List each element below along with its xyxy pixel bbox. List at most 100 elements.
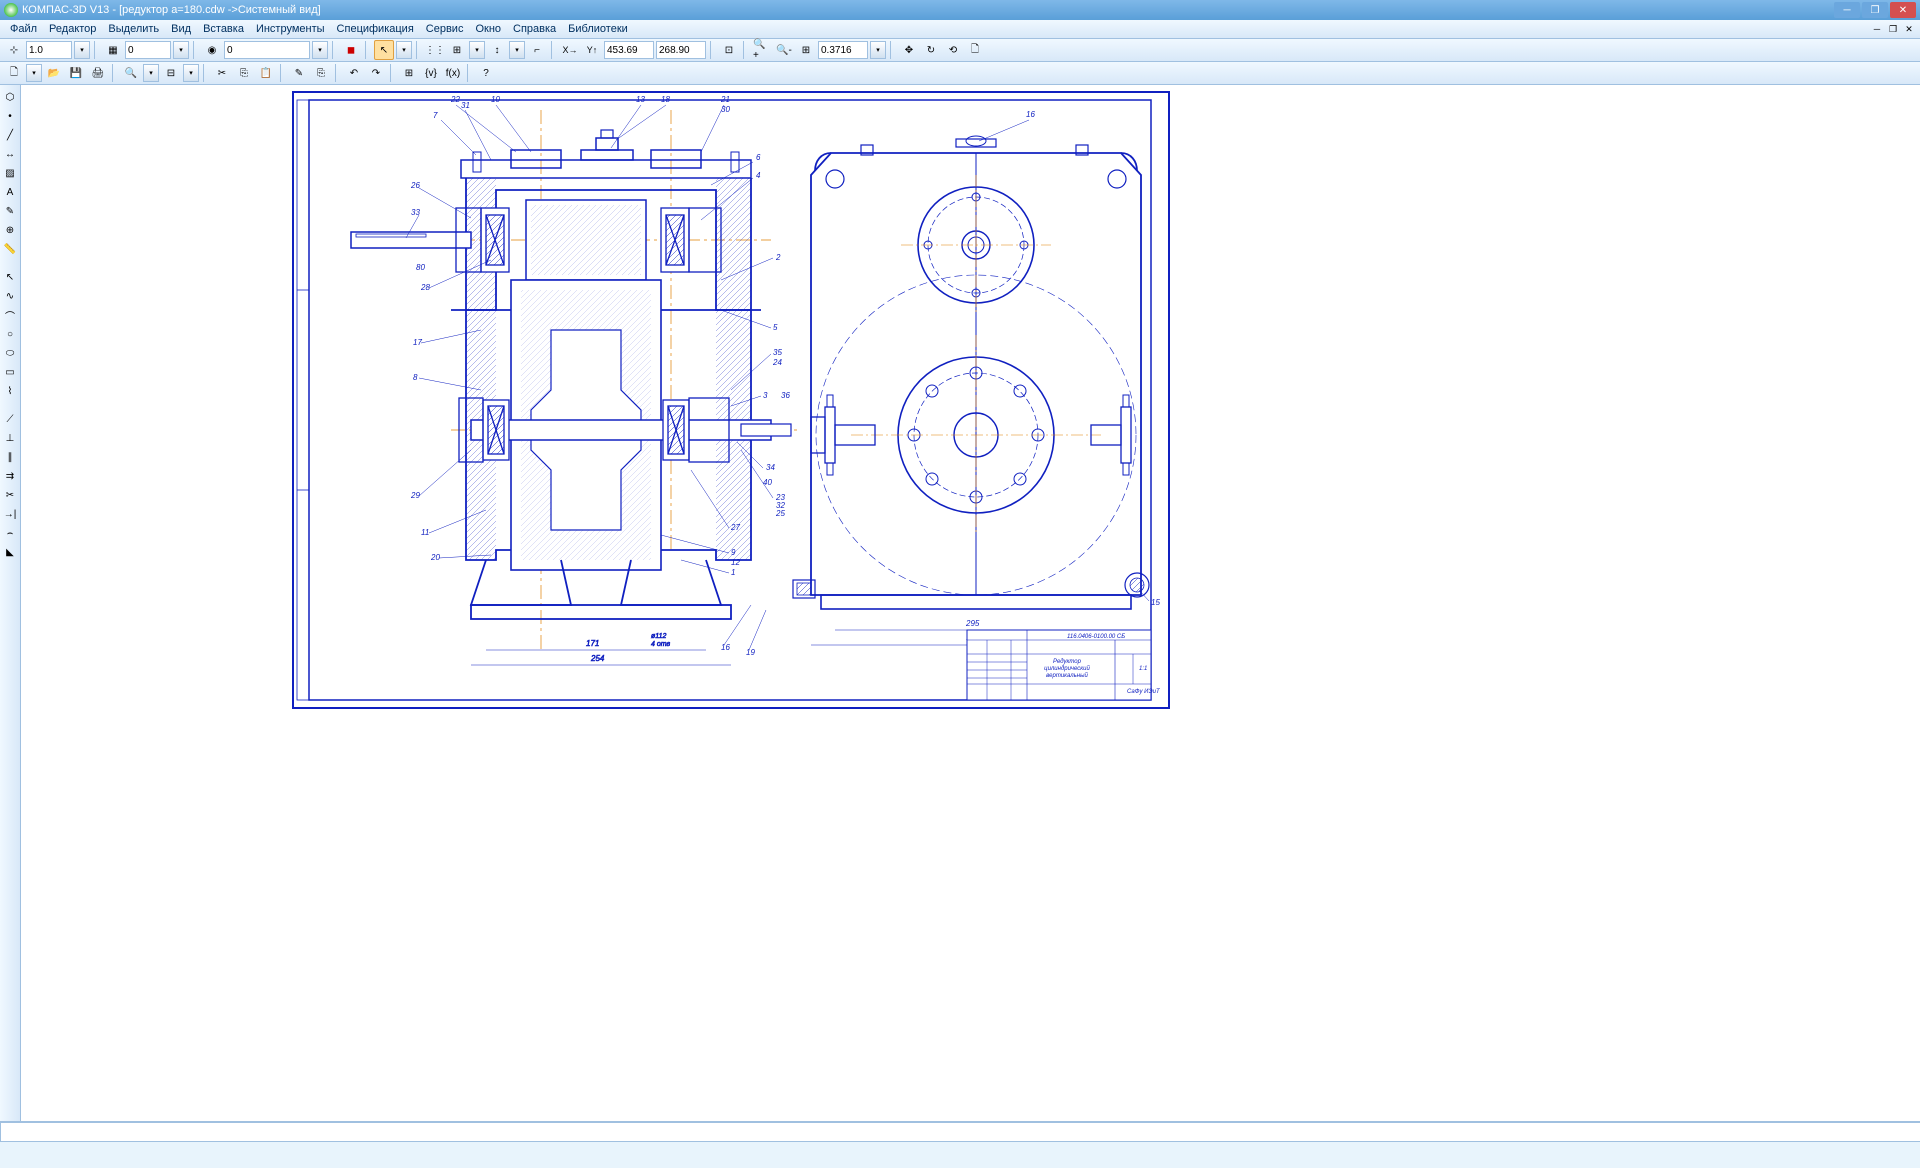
paste-icon[interactable]: 📋	[256, 63, 276, 83]
tangent-tool-icon[interactable]: ⟋	[2, 411, 18, 427]
preview-icon[interactable]: 🔍	[121, 63, 141, 83]
arc-tool-icon[interactable]: ⌒	[2, 307, 18, 323]
point-tool-icon[interactable]: •	[2, 108, 18, 124]
doc-close-button[interactable]: ✕	[1902, 22, 1916, 36]
doc-restore-button[interactable]: ❐	[1886, 22, 1900, 36]
maximize-button[interactable]: ❐	[1862, 2, 1888, 18]
svg-text:36: 36	[781, 391, 790, 400]
variables-icon[interactable]: {v}	[421, 63, 441, 83]
rect-tool-icon[interactable]: ▭	[2, 364, 18, 380]
open-icon[interactable]: 📂	[44, 63, 64, 83]
drawing-canvas[interactable]: 171 254 ø112 4 отв 7 31 22 10 13 18 21	[21, 85, 1920, 1121]
snap-icon[interactable]: ⊹	[4, 40, 24, 60]
doc-minimize-button[interactable]: ─	[1870, 22, 1884, 36]
menu-window[interactable]: Окно	[469, 21, 507, 37]
state-input[interactable]	[224, 41, 310, 59]
layer-icon[interactable]: ▦	[103, 40, 123, 60]
svg-text:21: 21	[720, 95, 730, 104]
minimize-button[interactable]: ─	[1834, 2, 1860, 18]
grid-dropdown[interactable]: ▾	[469, 41, 485, 59]
fillet-tool-icon[interactable]: ⌢	[2, 525, 18, 541]
copy-props-icon[interactable]: ⎘	[311, 63, 331, 83]
properties-icon[interactable]: ✎	[289, 63, 309, 83]
fx-icon[interactable]: f(x)	[443, 63, 463, 83]
state-icon[interactable]: ◉	[202, 40, 222, 60]
menu-help[interactable]: Справка	[507, 21, 562, 37]
command-input[interactable]	[0, 1122, 1920, 1142]
svg-text:4 отв: 4 отв	[651, 641, 671, 648]
cut-icon[interactable]: ✂	[212, 63, 232, 83]
save-icon[interactable]: 💾	[66, 63, 86, 83]
menu-spec[interactable]: Спецификация	[331, 21, 420, 37]
polyline-tool-icon[interactable]: ⌇	[2, 383, 18, 399]
menu-service[interactable]: Сервис	[420, 21, 470, 37]
chamfer-tool-icon[interactable]: ◣	[2, 544, 18, 560]
svg-text:8: 8	[413, 373, 418, 382]
local-cs-icon[interactable]: ⌐	[527, 40, 547, 60]
pan-icon[interactable]: ✥	[899, 40, 919, 60]
geometry-tool-icon[interactable]: ⬡	[2, 89, 18, 105]
circle-tool-icon[interactable]: ○	[2, 326, 18, 342]
svg-text:34: 34	[766, 463, 775, 472]
trim-tool-icon[interactable]: ✂	[2, 487, 18, 503]
stop-button[interactable]: ◼	[341, 40, 361, 60]
manager-icon[interactable]: ⊟	[161, 63, 181, 83]
ortho-dropdown[interactable]: ▾	[509, 41, 525, 59]
menu-view[interactable]: Вид	[165, 21, 197, 37]
view-prev-icon[interactable]: ⟲	[943, 40, 963, 60]
parallel-tool-icon[interactable]: ∥	[2, 449, 18, 465]
print-icon[interactable]: 🖨	[88, 63, 108, 83]
new-dropdown[interactable]: ▾	[26, 64, 42, 82]
zoom-in-icon[interactable]: 🔍+	[752, 40, 772, 60]
preview-dropdown[interactable]: ▾	[143, 64, 159, 82]
offset-tool-icon[interactable]: ⇉	[2, 468, 18, 484]
layer-dropdown[interactable]: ▾	[173, 41, 189, 59]
svg-text:7: 7	[433, 111, 438, 120]
new-icon[interactable]: 🗋	[4, 63, 24, 83]
param-tool-icon[interactable]: ⊕	[2, 222, 18, 238]
svg-text:Редуктор: Редуктор	[1053, 659, 1082, 665]
zoom-fit-icon[interactable]: ⊞	[796, 40, 816, 60]
manager-dropdown[interactable]: ▾	[183, 64, 199, 82]
menu-select[interactable]: Выделить	[102, 21, 165, 37]
edit-tool-icon[interactable]: ✎	[2, 203, 18, 219]
menu-libraries[interactable]: Библиотеки	[562, 21, 634, 37]
ellipse-tool-icon[interactable]: ⬭	[2, 345, 18, 361]
close-button[interactable]: ✕	[1890, 2, 1916, 18]
help-icon[interactable]: ?	[476, 63, 496, 83]
step-input[interactable]	[26, 41, 72, 59]
spline-tool-icon[interactable]: ∿	[2, 288, 18, 304]
grid-dots-icon[interactable]: ⋮⋮	[425, 40, 445, 60]
library-mgr-icon[interactable]: ⊞	[399, 63, 419, 83]
line-tool-icon[interactable]: ╱	[2, 127, 18, 143]
cursor-mode-dropdown[interactable]: ▾	[396, 41, 412, 59]
zoom-dropdown[interactable]: ▾	[870, 41, 886, 59]
menu-tools[interactable]: Инструменты	[250, 21, 331, 37]
text-tool-icon[interactable]: A	[2, 184, 18, 200]
svg-text:2: 2	[775, 253, 781, 262]
extend-tool-icon[interactable]: →|	[2, 506, 18, 522]
perp-tool-icon[interactable]: ⊥	[2, 430, 18, 446]
redo-icon[interactable]: ↷	[366, 63, 386, 83]
redraw-icon[interactable]: 🗋	[965, 40, 985, 60]
hatch-tool-icon[interactable]: ▨	[2, 165, 18, 181]
select-tool-icon[interactable]: ↖	[2, 269, 18, 285]
menu-file[interactable]: Файл	[4, 21, 43, 37]
dim-tool-icon[interactable]: ↔	[2, 146, 18, 162]
undo-icon[interactable]: ↶	[344, 63, 364, 83]
state-dropdown[interactable]: ▾	[312, 41, 328, 59]
zoom-out-icon[interactable]: 🔍-	[774, 40, 794, 60]
cursor-mode-button[interactable]: ↖	[374, 40, 394, 60]
rotate-icon[interactable]: ↻	[921, 40, 941, 60]
step-dropdown[interactable]: ▾	[74, 41, 90, 59]
ortho-icon[interactable]: ↕	[487, 40, 507, 60]
zoom-window-icon[interactable]: ⊡	[719, 40, 739, 60]
menu-editor[interactable]: Редактор	[43, 21, 102, 37]
copy-icon[interactable]: ⎘	[234, 63, 254, 83]
layer-input[interactable]	[125, 41, 171, 59]
app-icon	[4, 3, 18, 17]
measure-tool-icon[interactable]: 📏	[2, 241, 18, 257]
grid-lines-icon[interactable]: ⊞	[447, 40, 467, 60]
zoom-input[interactable]	[818, 41, 868, 59]
menu-insert[interactable]: Вставка	[197, 21, 250, 37]
